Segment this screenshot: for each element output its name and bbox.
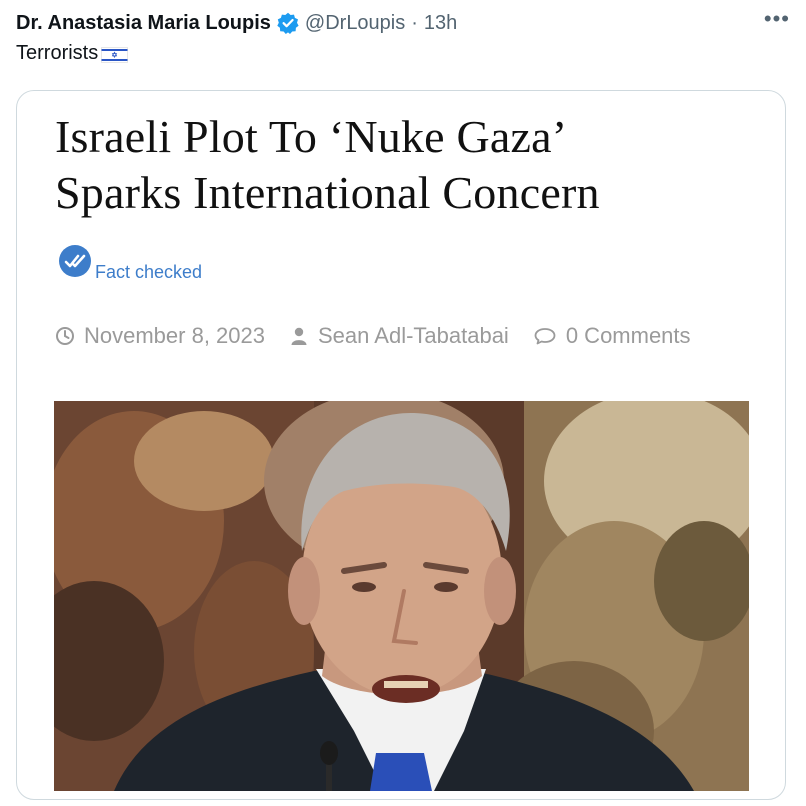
post-header: Dr. Anastasia Maria Loupis @DrLoupis · 1…	[16, 8, 790, 38]
tweet-text: Terrorists	[16, 42, 129, 65]
fact-check-label: Fact checked	[95, 262, 203, 282]
author-handle[interactable]: @DrLoupis	[305, 12, 405, 35]
headline-line-2: Sparks International Concern	[55, 167, 600, 218]
meta-comments: 0 Comments	[533, 323, 691, 349]
post-time[interactable]: 13h	[424, 12, 457, 35]
headline-line-1: Israeli Plot To ‘Nuke Gaza’	[55, 111, 568, 162]
article-meta: November 8, 2023 Sean Adl-Tabatabai 0 Co…	[55, 323, 715, 349]
article-date: November 8, 2023	[84, 323, 265, 348]
more-options-button[interactable]: •••	[764, 8, 790, 38]
tweet-text-content: Terrorists	[16, 42, 99, 64]
fact-check-icon	[57, 243, 93, 279]
article-card[interactable]: Israeli Plot To ‘Nuke Gaza’ Sparks Inter…	[16, 90, 786, 800]
comment-icon	[534, 328, 556, 345]
fact-check-badge: Fact checked	[57, 243, 202, 282]
separator-dot: ·	[411, 11, 418, 34]
article-headline[interactable]: Israeli Plot To ‘Nuke Gaza’ Sparks Inter…	[55, 109, 755, 221]
user-icon	[291, 327, 307, 345]
meta-author: Sean Adl-Tabatabai	[289, 323, 509, 349]
article-author[interactable]: Sean Adl-Tabatabai	[318, 323, 509, 349]
author-name[interactable]: Dr. Anastasia Maria Loupis	[16, 12, 271, 35]
verified-badge-icon	[277, 12, 299, 35]
clock-icon	[56, 327, 74, 345]
israel-flag-icon	[101, 46, 129, 63]
article-photo	[54, 401, 749, 791]
meta-date: November 8, 2023	[55, 323, 265, 349]
article-comments[interactable]: 0 Comments	[566, 323, 691, 349]
